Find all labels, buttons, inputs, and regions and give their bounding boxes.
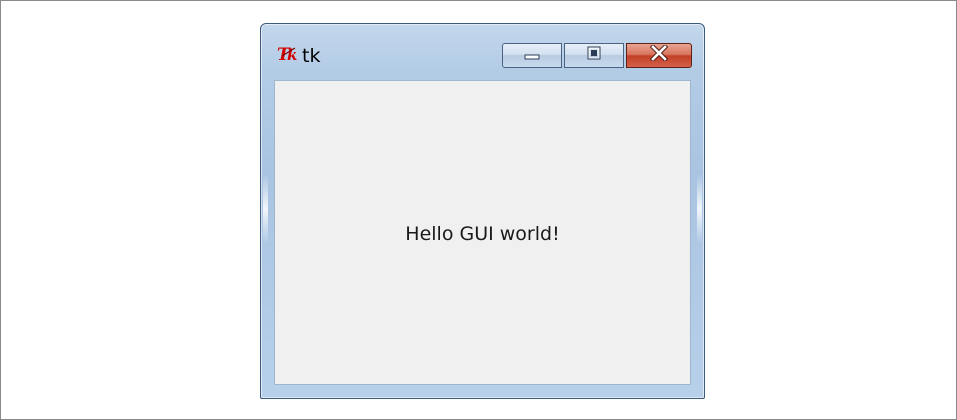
tk-window: T k tk Hello GUI world! xyxy=(260,23,705,399)
maximize-button[interactable] xyxy=(564,43,624,68)
tk-feather-icon: T k xyxy=(277,45,301,65)
client-area: Hello GUI world! xyxy=(274,80,691,385)
svg-text:k: k xyxy=(287,46,297,63)
minimize-icon xyxy=(523,47,541,65)
close-button[interactable] xyxy=(626,43,692,68)
title-bar[interactable]: T k tk xyxy=(261,24,704,80)
minimize-button[interactable] xyxy=(502,43,562,68)
maximize-icon xyxy=(587,46,601,65)
close-icon xyxy=(649,43,669,66)
hello-label: Hello GUI world! xyxy=(405,223,560,245)
window-title: tk xyxy=(302,45,321,67)
